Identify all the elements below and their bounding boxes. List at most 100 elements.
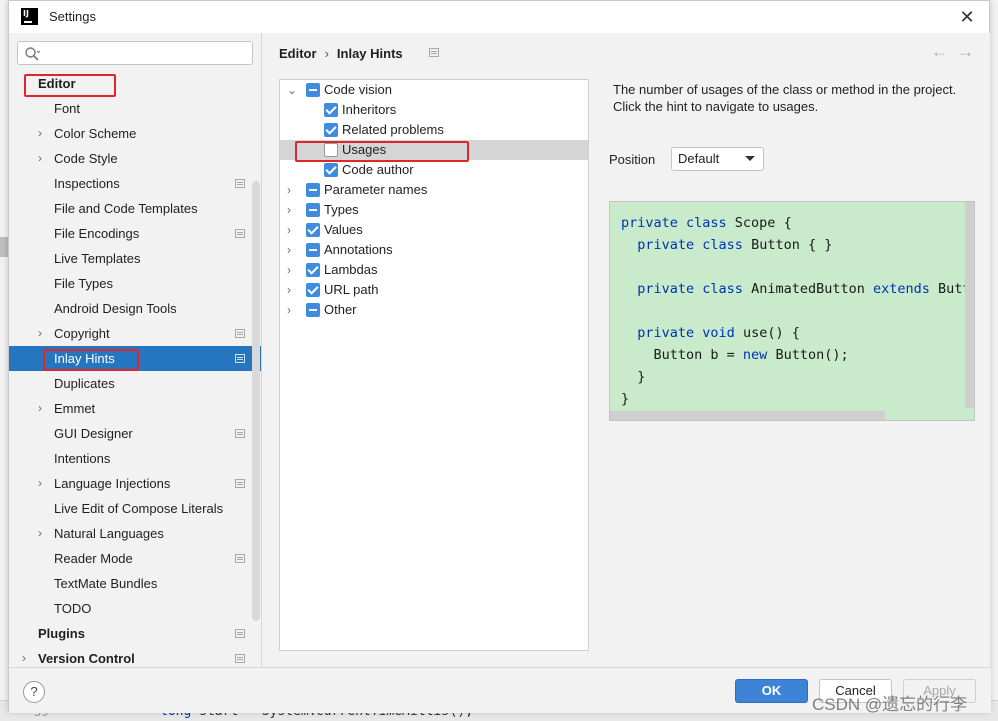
hint-option[interactable]: › URL path	[280, 280, 588, 300]
chevron-right-icon[interactable]: ›	[287, 260, 291, 280]
sidebar-item[interactable]: File Types	[9, 271, 261, 296]
checkbox[interactable]	[306, 83, 320, 97]
sidebar-item[interactable]: Duplicates	[9, 371, 261, 396]
chevron-down-icon[interactable]: ⌄	[287, 80, 297, 100]
sidebar-item-label: Language Injections	[54, 476, 171, 491]
sidebar-item[interactable]: TextMate Bundles	[9, 571, 261, 596]
sidebar-item[interactable]: › Emmet	[9, 396, 261, 421]
sidebar-item[interactable]: › Copyright	[9, 321, 261, 346]
hint-option[interactable]: ⌄ Code vision	[280, 80, 588, 100]
hint-option-label: Related problems	[342, 122, 444, 137]
code-keyword: private class	[621, 215, 727, 231]
help-button[interactable]: ?	[23, 681, 45, 703]
chevron-right-icon[interactable]: ›	[38, 146, 48, 171]
sidebar-item[interactable]: TODO	[9, 596, 261, 621]
checkbox[interactable]	[324, 103, 338, 117]
back-arrow-icon[interactable]: ←	[931, 42, 948, 62]
sidebar-scrollbar[interactable]	[252, 181, 260, 621]
checkbox[interactable]	[306, 263, 320, 277]
hint-option-label: Types	[324, 202, 359, 217]
sidebar-item[interactable]: Android Design Tools	[9, 296, 261, 321]
checkbox[interactable]	[306, 303, 320, 317]
project-scope-icon	[429, 48, 439, 57]
hint-option[interactable]: › Annotations	[280, 240, 588, 260]
hint-option[interactable]: Inheritors	[280, 100, 588, 120]
hint-option[interactable]: › Lambdas	[280, 260, 588, 280]
preview-vertical-scrollbar[interactable]	[965, 202, 974, 408]
sidebar-item[interactable]: › Color Scheme	[9, 121, 261, 146]
chevron-right-icon[interactable]: ›	[38, 471, 48, 496]
description-line-2: Click the hint to navigate to usages.	[613, 99, 819, 114]
sidebar-item[interactable]: Live Edit of Compose Literals	[9, 496, 261, 521]
sidebar-item[interactable]: File and Code Templates	[9, 196, 261, 221]
hint-option[interactable]: Code author	[280, 160, 588, 180]
preview-horizontal-scrollbar[interactable]	[610, 411, 885, 420]
checkbox[interactable]	[306, 283, 320, 297]
code-keyword: private class	[637, 281, 743, 297]
chevron-right-icon[interactable]: ›	[38, 521, 48, 546]
intellij-logo-icon: IJ	[21, 8, 38, 25]
chevron-right-icon[interactable]: ›	[287, 300, 291, 320]
title-bar: IJ Settings ✕	[9, 1, 989, 33]
sidebar-item-label: File and Code Templates	[54, 201, 198, 216]
checkbox[interactable]	[306, 203, 320, 217]
sidebar-item-label: File Encodings	[54, 226, 140, 241]
settings-dialog: IJ Settings ✕ Editor Font › Color Scheme › Co…	[8, 0, 991, 713]
hint-option[interactable]: › Other	[280, 300, 588, 320]
breadcrumb-parent[interactable]: Editor	[279, 46, 317, 61]
chevron-right-icon[interactable]: ›	[287, 220, 291, 240]
chevron-right-icon[interactable]: ›	[287, 280, 291, 300]
checkbox[interactable]	[306, 223, 320, 237]
close-button[interactable]: ✕	[957, 7, 977, 27]
chevron-right-icon[interactable]: ›	[22, 646, 32, 667]
hint-option[interactable]: › Values	[280, 220, 588, 240]
sidebar-item[interactable]: Editor	[9, 71, 261, 96]
chevron-right-icon[interactable]: ›	[38, 321, 48, 346]
sidebar-item-label: Code Style	[54, 151, 118, 166]
hint-option[interactable]: › Types	[280, 200, 588, 220]
sidebar-item[interactable]: Reader Mode	[9, 546, 261, 571]
search-input[interactable]	[17, 41, 253, 65]
checkbox[interactable]	[306, 243, 320, 257]
sidebar-item[interactable]: Live Templates	[9, 246, 261, 271]
checkbox[interactable]	[306, 183, 320, 197]
project-scope-icon	[235, 229, 245, 238]
sidebar-item[interactable]: Inspections	[9, 171, 261, 196]
ok-button[interactable]: OK	[735, 679, 808, 703]
sidebar-item[interactable]: Font	[9, 96, 261, 121]
code-keyword: private void	[637, 325, 735, 341]
hint-option-label: Code author	[342, 162, 414, 177]
sidebar-item[interactable]: › Code Style	[9, 146, 261, 171]
inlay-hints-panel: Editor › Inlay Hints ← → ⌄ Code vision Inher…	[263, 33, 990, 667]
sidebar-item-label: Inspections	[54, 176, 120, 191]
sidebar-item[interactable]: Intentions	[9, 446, 261, 471]
sidebar-item[interactable]: › Version Control	[9, 646, 261, 667]
position-dropdown[interactable]: Default	[671, 147, 764, 171]
chevron-right-icon[interactable]: ›	[287, 200, 291, 220]
csdn-watermark: CSDN @遗忘的行李	[812, 695, 968, 714]
code-text: Scope {	[726, 215, 792, 231]
chevron-right-icon[interactable]: ›	[38, 396, 48, 421]
checkbox[interactable]	[324, 123, 338, 137]
project-scope-icon	[235, 554, 245, 563]
sidebar-item[interactable]: File Encodings	[9, 221, 261, 246]
hint-option[interactable]: › Parameter names	[280, 180, 588, 200]
breadcrumb-current: Inlay Hints	[336, 46, 403, 61]
hint-option[interactable]: Related problems	[280, 120, 588, 140]
forward-arrow-icon[interactable]: →	[957, 42, 974, 62]
sidebar-item[interactable]: GUI Designer	[9, 421, 261, 446]
checkbox[interactable]	[324, 143, 338, 157]
chevron-right-icon[interactable]: ›	[287, 240, 291, 260]
chevron-right-icon[interactable]: ›	[287, 180, 291, 200]
chevron-right-icon[interactable]: ›	[38, 121, 48, 146]
sidebar-item[interactable]: › Natural Languages	[9, 521, 261, 546]
sidebar-item[interactable]: Inlay Hints	[9, 346, 261, 371]
sidebar-item[interactable]: › Language Injections	[9, 471, 261, 496]
position-value: Default	[678, 151, 720, 166]
checkbox[interactable]	[324, 163, 338, 177]
hint-option[interactable]: Usages	[280, 140, 588, 160]
sidebar-item[interactable]: Plugins	[9, 621, 261, 646]
